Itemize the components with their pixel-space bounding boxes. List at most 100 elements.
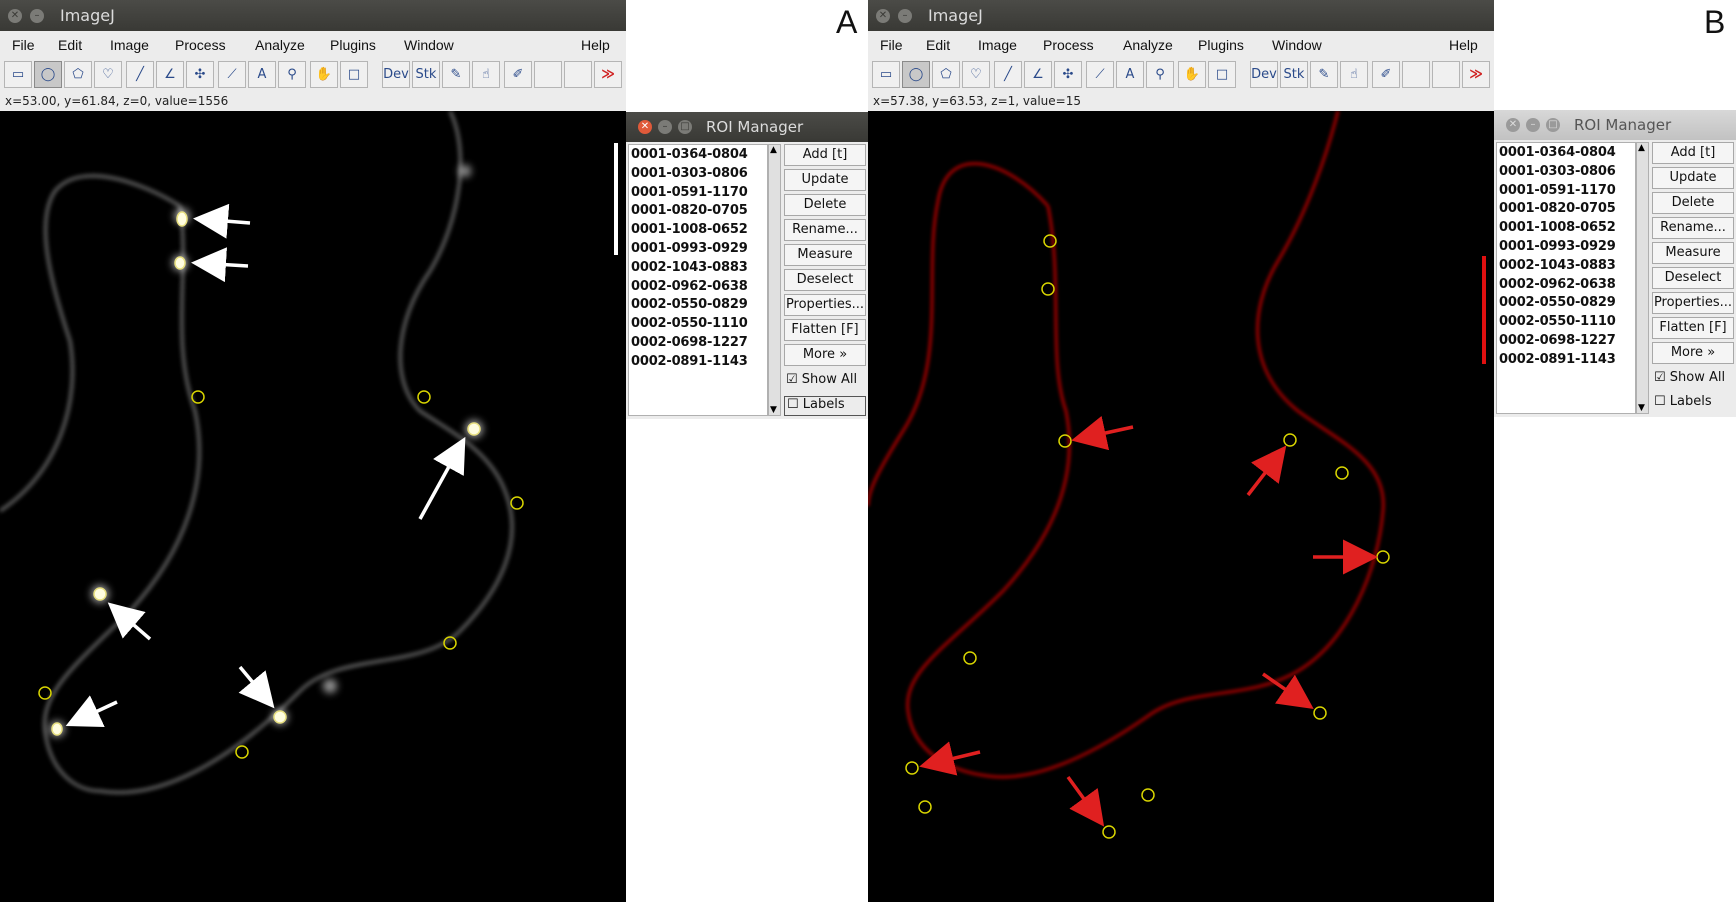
list-item[interactable]: 0001-0364-0804: [1497, 144, 1635, 163]
more-tools-icon[interactable]: ≫: [594, 61, 622, 88]
magnifier-tool-icon[interactable]: ⚲: [1146, 61, 1174, 88]
rectangle-tool-icon[interactable]: ▭: [872, 61, 900, 88]
menu-plugins[interactable]: Plugins: [1198, 37, 1244, 53]
menu-analyze[interactable]: Analyze: [1123, 37, 1173, 53]
image-canvas[interactable]: [868, 111, 1494, 902]
deselect-button[interactable]: Deselect: [1652, 267, 1734, 289]
minimize-icon[interactable]: –: [898, 9, 912, 23]
list-item[interactable]: 0002-0550-1110: [629, 315, 767, 334]
close-icon[interactable]: ✕: [876, 9, 890, 23]
list-item[interactable]: 0002-0891-1143: [629, 353, 767, 372]
roi-circle[interactable]: [963, 651, 977, 665]
roi-circle[interactable]: [1335, 466, 1349, 480]
angle-tool-icon[interactable]: ∠: [156, 61, 184, 88]
rectangle-tool-icon[interactable]: ▭: [4, 61, 32, 88]
line-tool-icon[interactable]: ╱: [126, 61, 154, 88]
list-item[interactable]: 0001-0820-0705: [629, 202, 767, 221]
labels-checkbox[interactable]: ☐ Labels: [784, 396, 866, 416]
minimize-icon[interactable]: –: [30, 9, 44, 23]
checkbox-checked-icon[interactable]: ☑: [1654, 370, 1666, 385]
roi-titlebar[interactable]: ✕ – □ ROI Manager: [1494, 110, 1736, 140]
roi-list[interactable]: 0001-0364-0804 0001-0303-0806 0001-0591-…: [628, 144, 768, 416]
menu-edit[interactable]: Edit: [926, 37, 950, 53]
list-item[interactable]: 0002-0962-0638: [1497, 276, 1635, 295]
polygon-tool-icon[interactable]: ⬠: [932, 61, 960, 88]
deselect-button[interactable]: Deselect: [784, 269, 866, 291]
rename-button[interactable]: Rename...: [784, 219, 866, 241]
measure-button[interactable]: Measure: [1652, 242, 1734, 264]
checkbox-unchecked-icon[interactable]: ☐: [1654, 394, 1666, 409]
scroll-up-icon[interactable]: ▲: [770, 145, 777, 155]
add-button[interactable]: Add [t]: [784, 144, 866, 166]
menu-file[interactable]: File: [12, 37, 35, 53]
list-item[interactable]: 0001-1008-0652: [1497, 219, 1635, 238]
list-item[interactable]: 0002-0698-1227: [1497, 332, 1635, 351]
list-item[interactable]: 0002-0891-1143: [1497, 351, 1635, 370]
hand-tool-icon[interactable]: ✋: [1178, 61, 1206, 88]
measure-button[interactable]: Measure: [784, 244, 866, 266]
pin-tool-icon[interactable]: ✐: [504, 61, 532, 88]
add-button[interactable]: Add [t]: [1652, 142, 1734, 164]
update-button[interactable]: Update: [784, 169, 866, 191]
window-titlebar[interactable]: ✕ – ImageJ: [868, 0, 1494, 31]
image-canvas[interactable]: [0, 111, 626, 902]
close-icon[interactable]: ✕: [1506, 118, 1520, 132]
list-item[interactable]: 0001-0993-0929: [1497, 238, 1635, 257]
wand-tool-icon[interactable]: ⟋: [1086, 61, 1114, 88]
flatten-button[interactable]: Flatten [F]: [784, 319, 866, 341]
menu-process[interactable]: Process: [1043, 37, 1094, 53]
close-icon[interactable]: ✕: [638, 120, 652, 134]
scroll-down-icon[interactable]: ▼: [1638, 403, 1645, 413]
drop-tool-icon[interactable]: ☝: [472, 61, 500, 88]
list-item[interactable]: 0001-0364-0804: [629, 146, 767, 165]
list-item[interactable]: 0002-0550-0829: [629, 296, 767, 315]
roi-circle[interactable]: [1102, 825, 1116, 839]
scroll-up-icon[interactable]: ▲: [1638, 143, 1645, 153]
list-item[interactable]: 0001-0303-0806: [629, 165, 767, 184]
roi-circle[interactable]: [1376, 550, 1390, 564]
menu-edit[interactable]: Edit: [58, 37, 82, 53]
freehand-tool-icon[interactable]: ♡: [94, 61, 122, 88]
roi-circle[interactable]: [1313, 706, 1327, 720]
show-all-checkbox[interactable]: ☑ Show All: [786, 372, 857, 387]
drop-tool-icon[interactable]: ☝: [1340, 61, 1368, 88]
point-tool-icon[interactable]: ✣: [186, 61, 214, 88]
roi-circle[interactable]: [905, 761, 919, 775]
menu-analyze[interactable]: Analyze: [255, 37, 305, 53]
flatten-button[interactable]: Flatten [F]: [1652, 317, 1734, 339]
list-item[interactable]: 0002-0962-0638: [629, 278, 767, 297]
list-item[interactable]: 0002-0550-0829: [1497, 294, 1635, 313]
angle-tool-icon[interactable]: ∠: [1024, 61, 1052, 88]
freehand-tool-icon[interactable]: ♡: [962, 61, 990, 88]
magnifier-tool-icon[interactable]: ⚲: [278, 61, 306, 88]
properties-button[interactable]: Properties...: [1652, 292, 1734, 314]
list-item[interactable]: 0001-0303-0806: [1497, 163, 1635, 182]
menu-help[interactable]: Help: [581, 37, 610, 53]
roi-circle[interactable]: [417, 390, 431, 404]
list-item[interactable]: 0002-0698-1227: [629, 334, 767, 353]
text-tool-icon[interactable]: A: [248, 61, 276, 88]
menu-image[interactable]: Image: [978, 37, 1017, 53]
rename-button[interactable]: Rename...: [1652, 217, 1734, 239]
scrollbar[interactable]: ▲ ▼: [768, 144, 781, 416]
minimize-icon[interactable]: –: [658, 120, 672, 134]
list-item[interactable]: 0001-0591-1170: [1497, 182, 1635, 201]
stk-tool-button[interactable]: Stk: [412, 61, 440, 88]
color-picker-icon[interactable]: □: [1208, 61, 1236, 88]
menu-file[interactable]: File: [880, 37, 903, 53]
empty-tool-slot[interactable]: [1402, 61, 1430, 88]
scroll-down-icon[interactable]: ▼: [770, 405, 777, 415]
color-picker-icon[interactable]: □: [340, 61, 368, 88]
list-item[interactable]: 0002-0550-1110: [1497, 313, 1635, 332]
roi-circle[interactable]: [1141, 788, 1155, 802]
roi-circle[interactable]: [510, 496, 524, 510]
minimize-icon[interactable]: –: [1526, 118, 1540, 132]
empty-tool-slot[interactable]: [564, 61, 592, 88]
list-item[interactable]: 0001-0591-1170: [629, 184, 767, 203]
text-tool-icon[interactable]: A: [1116, 61, 1144, 88]
roi-list[interactable]: 0001-0364-0804 0001-0303-0806 0001-0591-…: [1496, 142, 1636, 414]
checkbox-unchecked-icon[interactable]: ☐: [787, 397, 799, 412]
show-all-checkbox[interactable]: ☑ Show All: [1654, 370, 1725, 385]
polygon-tool-icon[interactable]: ⬠: [64, 61, 92, 88]
labels-checkbox[interactable]: ☐ Labels: [1654, 394, 1712, 409]
